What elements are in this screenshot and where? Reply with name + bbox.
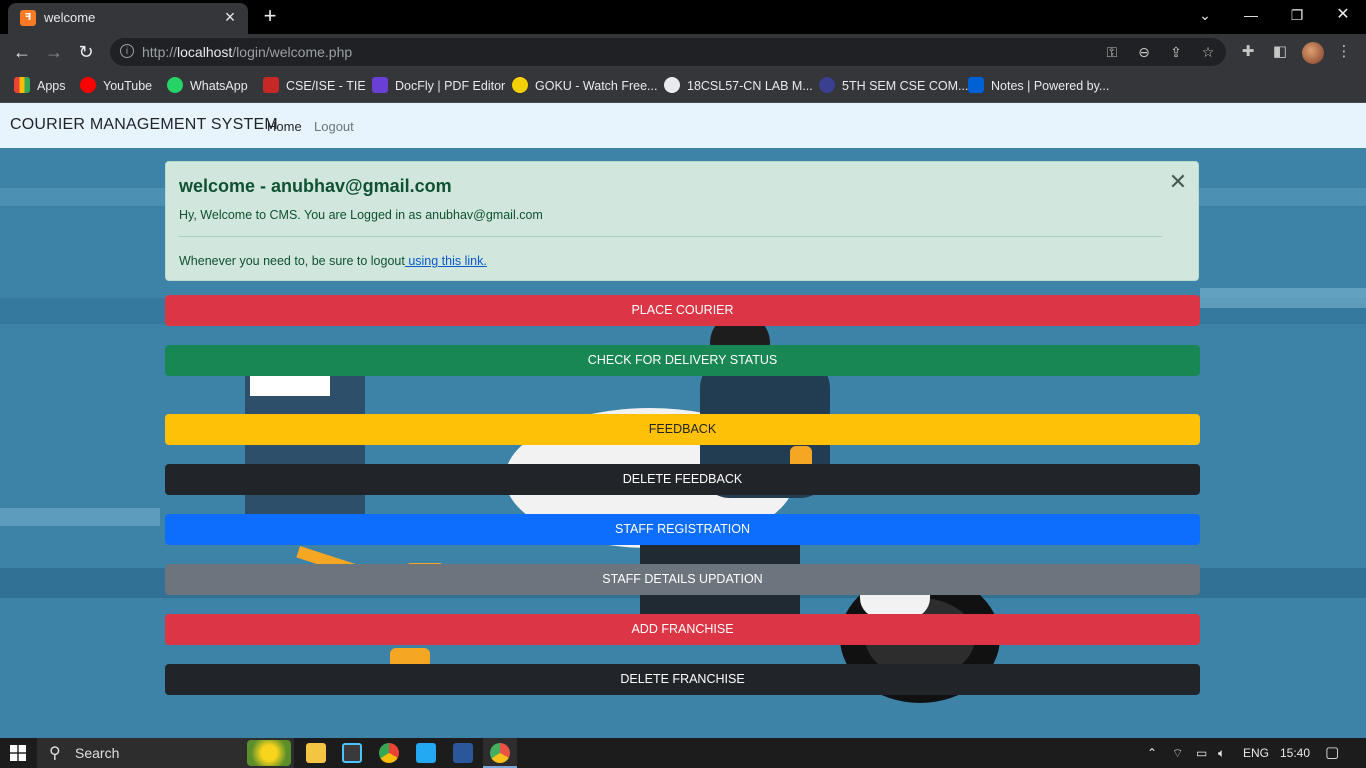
reload-icon[interactable]: ↻ bbox=[74, 40, 98, 64]
taskbar-search-placeholder: Search bbox=[75, 745, 120, 761]
docfly-icon bbox=[372, 77, 388, 93]
bookmark-apps[interactable]: Apps bbox=[14, 77, 66, 95]
bookmark-cse-ise-tie[interactable]: CSE/ISE - TIE bbox=[263, 77, 366, 95]
windows-taskbar: ⚲ Search ⌃ ⌔ ▭ 🔈︎ ENG 15:40 ▢ bbox=[0, 738, 1366, 768]
add-franchise-button[interactable]: ADD FRANCHISE bbox=[165, 614, 1200, 645]
tab-title: welcome bbox=[44, 10, 96, 25]
bookmark-notes[interactable]: Notes | Powered by... bbox=[968, 77, 1109, 95]
check-delivery-status-button[interactable]: CHECK FOR DELIVERY STATUS bbox=[165, 345, 1200, 376]
address-bar[interactable]: i http://localhost/login/welcome.php ⚿ ⊖… bbox=[110, 38, 1226, 66]
zoom-icon[interactable]: ⊖ bbox=[1134, 42, 1154, 62]
url-path: /login/welcome.php bbox=[232, 44, 353, 60]
key-icon[interactable]: ⚿ bbox=[1102, 42, 1122, 62]
restore-icon[interactable]: ❐ bbox=[1274, 0, 1320, 30]
bookmark-goku[interactable]: GOKU - Watch Free... bbox=[512, 77, 657, 95]
clock-time[interactable]: 15:40 bbox=[1280, 745, 1310, 761]
delete-feedback-button[interactable]: DELETE FEEDBACK bbox=[165, 464, 1200, 495]
battery-icon[interactable]: ▭ bbox=[1196, 745, 1207, 761]
wifi-icon[interactable]: ⌔ bbox=[1172, 745, 1183, 761]
nav-logout-link[interactable]: Logout bbox=[314, 119, 354, 134]
bookmark-label: Notes | Powered by... bbox=[991, 79, 1110, 93]
web-page: COURIER MANAGEMENT SYSTEM Home Logout we… bbox=[0, 103, 1366, 738]
share-icon[interactable]: ⇪ bbox=[1166, 42, 1186, 62]
close-window-icon[interactable]: ✕ bbox=[1320, 0, 1366, 30]
close-icon[interactable]: ✕ bbox=[1168, 171, 1188, 193]
windows-start-icon[interactable] bbox=[10, 745, 26, 761]
welcome-alert: welcome - anubhav@gmail.com Hy, Welcome … bbox=[165, 161, 1199, 281]
browser-titlebar: ꟻ welcome × + ⌄ — ❐ ✕ bbox=[0, 0, 1366, 34]
profile-avatar[interactable] bbox=[1302, 42, 1324, 64]
close-tab-icon[interactable]: × bbox=[220, 7, 240, 27]
goku-icon bbox=[512, 77, 528, 93]
alert-footer-text: Whenever you need to, be sure to logout bbox=[179, 254, 405, 268]
bookmark-star-icon[interactable]: ☆ bbox=[1198, 42, 1218, 62]
chrome-icon[interactable] bbox=[379, 743, 399, 763]
url-text[interactable]: http://localhost/login/welcome.php bbox=[142, 44, 352, 60]
show-hidden-icons-chevron-icon[interactable]: ⌃ bbox=[1147, 745, 1157, 761]
alert-text: Hy, Welcome to CMS. You are Logged in as… bbox=[179, 208, 543, 222]
file-explorer-icon[interactable] bbox=[306, 743, 326, 763]
url-host: localhost bbox=[177, 44, 233, 60]
bookmark-cn-lab[interactable]: 18CSL57-CN LAB M... bbox=[664, 77, 813, 95]
staff-details-updation-button[interactable]: STAFF DETAILS UPDATION bbox=[165, 564, 1200, 595]
whatsapp-icon bbox=[167, 77, 183, 93]
browser-tab-welcome[interactable]: ꟻ welcome × bbox=[8, 3, 248, 34]
alert-divider bbox=[179, 236, 1162, 237]
staff-registration-button[interactable]: STAFF REGISTRATION bbox=[165, 514, 1200, 545]
globe-icon bbox=[664, 77, 680, 93]
new-tab-icon[interactable]: + bbox=[258, 4, 282, 28]
word-icon[interactable] bbox=[453, 743, 473, 763]
bookmark-label: YouTube bbox=[103, 79, 153, 93]
minimize-icon[interactable]: — bbox=[1228, 0, 1274, 30]
notifications-icon[interactable]: ▢ bbox=[1325, 745, 1339, 761]
bookmark-label: WhatsApp bbox=[190, 79, 248, 93]
box-icon bbox=[968, 77, 984, 93]
forward-arrow-icon[interactable]: → bbox=[42, 40, 66, 64]
bookmark-whatsapp[interactable]: WhatsApp bbox=[167, 77, 248, 95]
site-info-icon[interactable]: i bbox=[120, 44, 134, 58]
bookmark-label: 18CSL57-CN LAB M... bbox=[687, 79, 813, 93]
search-icon: ⚲ bbox=[49, 745, 61, 762]
place-courier-button[interactable]: PLACE COURIER bbox=[165, 295, 1200, 326]
microsoft-store-icon[interactable] bbox=[342, 743, 362, 763]
active-app-indicator bbox=[483, 738, 517, 768]
back-arrow-icon[interactable]: ← bbox=[10, 40, 34, 64]
site-navbar: COURIER MANAGEMENT SYSTEM Home Logout bbox=[0, 103, 1366, 148]
moon-icon bbox=[819, 77, 835, 93]
alert-heading: welcome - anubhav@gmail.com bbox=[179, 176, 452, 196]
logout-link[interactable]: using this link. bbox=[405, 254, 487, 268]
bookmark-label: Apps bbox=[37, 79, 66, 93]
nav-home-link[interactable]: Home bbox=[267, 119, 302, 134]
bookmark-docfly[interactable]: DocFly | PDF Editor bbox=[372, 77, 505, 95]
vscode-icon[interactable] bbox=[416, 743, 436, 763]
bookmark-5th-sem[interactable]: 5TH SEM CSE COM... bbox=[819, 77, 968, 95]
bookmark-label: GOKU - Watch Free... bbox=[535, 79, 658, 93]
xampp-icon: ꟻ bbox=[20, 10, 36, 26]
taskbar-search-box[interactable]: ⚲ Search bbox=[37, 738, 294, 768]
browser-toolbar: ← → ↻ i http://localhost/login/welcome.p… bbox=[0, 34, 1366, 70]
bookmarks-bar: Apps YouTube WhatsApp CSE/ISE - TIE DocF… bbox=[0, 70, 1366, 103]
extensions-puzzle-icon[interactable]: ✚ bbox=[1238, 42, 1258, 62]
delete-franchise-button[interactable]: DELETE FRANCHISE bbox=[165, 664, 1200, 695]
language-indicator[interactable]: ENG bbox=[1243, 745, 1269, 761]
url-scheme: http:// bbox=[142, 44, 178, 60]
side-panel-icon[interactable]: ◧ bbox=[1270, 42, 1290, 62]
tab-search-chevron-icon[interactable]: ⌄ bbox=[1182, 0, 1228, 30]
feedback-button[interactable]: FEEDBACK bbox=[165, 414, 1200, 445]
volume-icon[interactable]: 🔈︎ bbox=[1218, 745, 1225, 761]
site-brand[interactable]: COURIER MANAGEMENT SYSTEM bbox=[10, 116, 278, 134]
bookmark-label: DocFly | PDF Editor bbox=[395, 79, 506, 93]
bookmark-label: 5TH SEM CSE COM... bbox=[842, 79, 969, 93]
search-highlight-flowers-icon bbox=[247, 740, 291, 766]
apps-grid-icon bbox=[14, 77, 30, 93]
bookmark-label: CSE/ISE - TIE bbox=[286, 79, 366, 93]
bookmark-youtube[interactable]: YouTube bbox=[80, 77, 152, 95]
menu-kebab-icon[interactable]: ⋮ bbox=[1334, 42, 1354, 62]
youtube-icon bbox=[80, 77, 96, 93]
alert-footer: Whenever you need to, be sure to logout … bbox=[179, 254, 487, 268]
tie-icon bbox=[263, 77, 279, 93]
